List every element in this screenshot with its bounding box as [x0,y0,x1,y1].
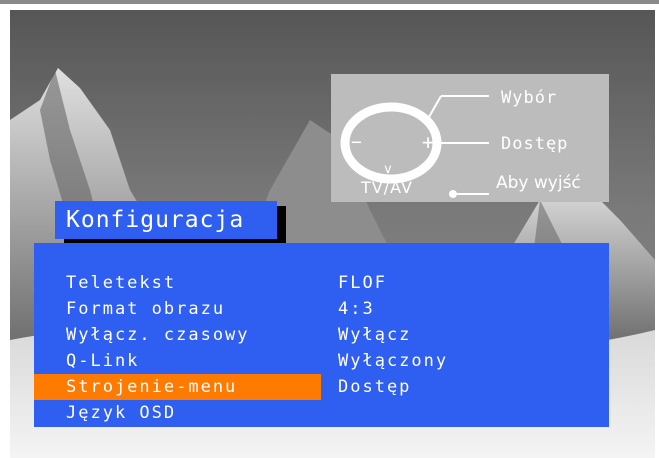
menu-item-sleep-timer[interactable]: Wyłącz. czasowy Wyłącz [34,322,609,348]
plus-icon: + [422,130,435,154]
menu-item-q-link[interactable]: Q-Link Wyłączony [34,348,609,374]
select-hint-label: Wybór [501,88,558,108]
tvav-button-dot-icon [449,190,457,198]
arrow-up-icon: ^ [384,102,394,120]
access-hint-label: Dostęp [501,134,569,154]
minus-icon: − [351,132,362,153]
menu-item-value: Wyłącz [338,325,412,345]
menu-title: Konfiguracja [55,201,277,239]
menu-item-label: Strojenie-menu [66,377,238,397]
menu-item-osd-language[interactable]: Język OSD [34,400,609,426]
arrow-down-icon: v [384,162,392,177]
tvav-button-label: TV/AV [361,178,413,197]
settings-menu: Teletekst FLOF Format obrazu 4:3 Wyłącz.… [34,243,609,427]
menu-item-label: Wyłącz. czasowy [66,325,250,345]
menu-item-value: Wyłączony [338,351,449,371]
menu-item-tuning-menu[interactable]: Strojenie-menu Dostęp [34,374,609,400]
menu-item-value: Dostęp [338,377,412,397]
key-hint-panel: ^ v − + Wybór Dostęp TV/AV Aby wyjść [331,74,609,202]
menu-item-label: Język OSD [66,403,177,423]
menu-item-label: Format obrazu [66,299,226,319]
menu-item-label: Teletekst [66,273,177,293]
menu-item-picture-format[interactable]: Format obrazu 4:3 [34,296,609,322]
menu-item-label: Q-Link [66,351,140,371]
exit-hint-label: Aby wyjść [496,173,581,193]
top-border [0,0,659,4]
menu-item-teletext[interactable]: Teletekst FLOF [34,270,609,296]
menu-item-value: FLOF [338,273,387,293]
menu-item-value: 4:3 [338,299,375,319]
